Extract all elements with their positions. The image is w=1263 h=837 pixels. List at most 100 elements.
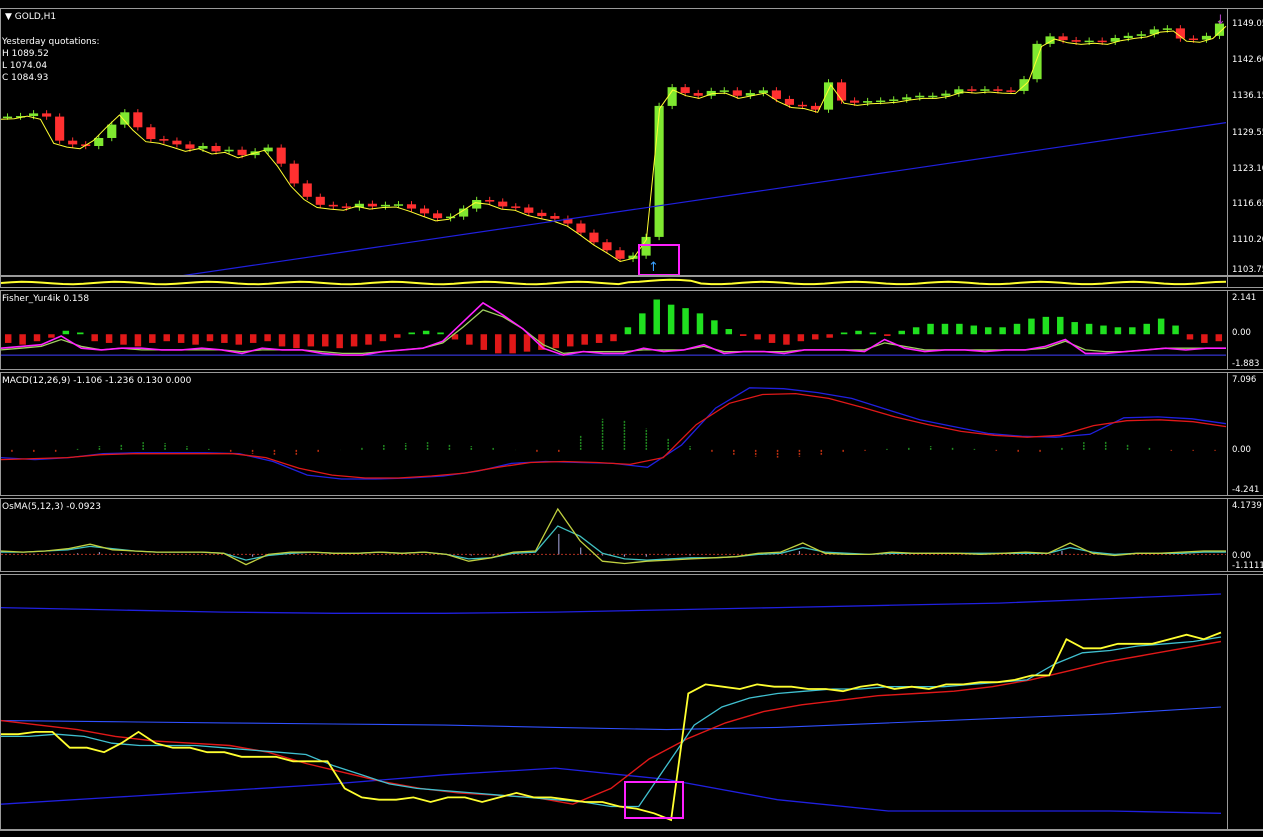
fast-ma-line	[1, 636, 1222, 808]
candle-body	[315, 196, 325, 205]
yesterday-low: L 1074.04	[2, 61, 48, 71]
price-ma-line	[1, 25, 1227, 263]
candle-body	[784, 98, 794, 105]
candle-body	[2, 116, 13, 119]
candle-body	[589, 232, 599, 243]
candle-body	[341, 206, 351, 208]
candle-body	[511, 206, 521, 208]
candle-body	[94, 137, 104, 147]
candle-body	[393, 204, 404, 206]
candle-body	[433, 213, 443, 219]
buy-arrow-icon: ↑	[648, 260, 659, 275]
candle-body	[42, 113, 52, 117]
candle-body	[1136, 34, 1146, 36]
candle-body	[120, 112, 130, 125]
candle-body	[967, 89, 977, 91]
sell-arrow-icon: ↓	[1215, 13, 1226, 28]
candle-body	[406, 204, 417, 209]
candle-body	[302, 183, 312, 197]
candle-body	[29, 113, 39, 117]
candle-body	[367, 203, 377, 207]
candle-body	[172, 140, 182, 145]
macd-pane: MACD(12,26,9) -1.106 -1.236 0.130 0.000	[0, 372, 1228, 496]
macd-signal-line	[1, 392, 1227, 479]
fisher-fast-line	[1, 301, 1226, 356]
signal-highlight-box-lower	[624, 781, 684, 819]
ma-chart	[1, 593, 1222, 822]
yesterday-label: Yesterday quotations:	[2, 37, 100, 47]
signal-highlight-box	[638, 244, 680, 275]
candle-body	[328, 204, 338, 207]
osma-chart	[1, 507, 1226, 566]
symbol-title-text: GOLD,H1	[14, 12, 57, 22]
volume-strip	[1, 278, 1227, 286]
candle-body	[485, 200, 495, 202]
candle-body	[836, 82, 847, 101]
candle-body	[133, 112, 143, 128]
candle-body	[719, 90, 729, 92]
yesterday-close: C 1084.93	[2, 73, 49, 83]
macd-tick-label: 7.096	[1232, 375, 1257, 385]
price-chart	[1, 20, 1227, 275]
osma-scale[interactable]: 4.1739 0.00 -1.1111	[1228, 498, 1263, 572]
fisher-chart	[1, 299, 1226, 356]
fisher-pane: Fisher_Yur4ik 0.158	[0, 290, 1228, 370]
trend-line	[182, 122, 1227, 275]
price-tick-label: 1123.10	[1232, 163, 1263, 174]
macd-scale[interactable]: 7.096 0.00 -4.241	[1228, 372, 1263, 496]
candle-body	[889, 99, 899, 101]
candle-body	[1162, 28, 1172, 30]
candle-body	[615, 250, 625, 259]
candle-body	[1188, 38, 1198, 41]
candle-body	[1071, 40, 1081, 42]
price-line	[1, 631, 1222, 822]
macd-tick-label: -4.241	[1232, 485, 1260, 495]
strip-scale	[1228, 276, 1263, 288]
candle-body	[498, 201, 508, 207]
macd-chart	[1, 387, 1227, 480]
osma-label: OsMA(5,12,3) -0.0923	[2, 502, 101, 512]
price-tick-label: 1110.20	[1232, 235, 1263, 246]
candle-body	[224, 149, 234, 152]
candle-body	[876, 100, 886, 103]
candle-body	[198, 146, 208, 149]
price-tick-label: 1103.75	[1232, 265, 1263, 275]
macd-main-line	[1, 387, 1227, 480]
candle-body	[537, 212, 547, 217]
candle-body	[680, 87, 690, 94]
candle-body	[810, 105, 821, 110]
price-scale[interactable]: 1149.05 1142.60 1136.15 1129.55 1123.10 1116.…	[1228, 8, 1263, 276]
candle-body	[602, 242, 612, 251]
ma-pane	[0, 574, 1228, 830]
osma-tick-label: -1.1111	[1232, 561, 1263, 571]
candle-body	[993, 89, 1003, 91]
candle-body	[732, 90, 742, 96]
price-tick-label: 1129.55	[1232, 127, 1263, 138]
candle-body	[693, 93, 703, 96]
candle-body	[928, 95, 938, 98]
ma-scale[interactable]	[1228, 574, 1263, 830]
osma-tick-label: 4.1739	[1232, 501, 1262, 511]
candle-body	[419, 208, 430, 214]
candle-body	[915, 95, 925, 98]
candle-body	[159, 139, 169, 141]
candle-body	[902, 97, 912, 100]
candle-body	[758, 90, 768, 94]
price-tick-label: 1116.65	[1232, 199, 1263, 210]
candle-body	[107, 124, 117, 138]
candle-body	[524, 207, 534, 213]
symbol-title[interactable]: ▼ GOLD,H1	[5, 12, 56, 22]
candle-body	[1123, 35, 1133, 38]
osma-slow-line	[1, 525, 1226, 561]
candle-body	[289, 163, 299, 184]
fisher-label: Fisher_Yur4ik 0.158	[2, 294, 90, 304]
candle-body	[1097, 40, 1107, 43]
candle-body	[55, 116, 65, 141]
band-middle-line	[1, 706, 1222, 731]
candle-body	[771, 90, 781, 99]
fisher-tick-label: 0.00	[1232, 327, 1251, 338]
candle-body	[863, 101, 873, 103]
price-tick-label: 1136.15	[1232, 91, 1263, 102]
fisher-scale[interactable]: 2.141 0.00 -1.883	[1228, 290, 1263, 370]
price-tick-label: 1142.60	[1232, 55, 1263, 66]
